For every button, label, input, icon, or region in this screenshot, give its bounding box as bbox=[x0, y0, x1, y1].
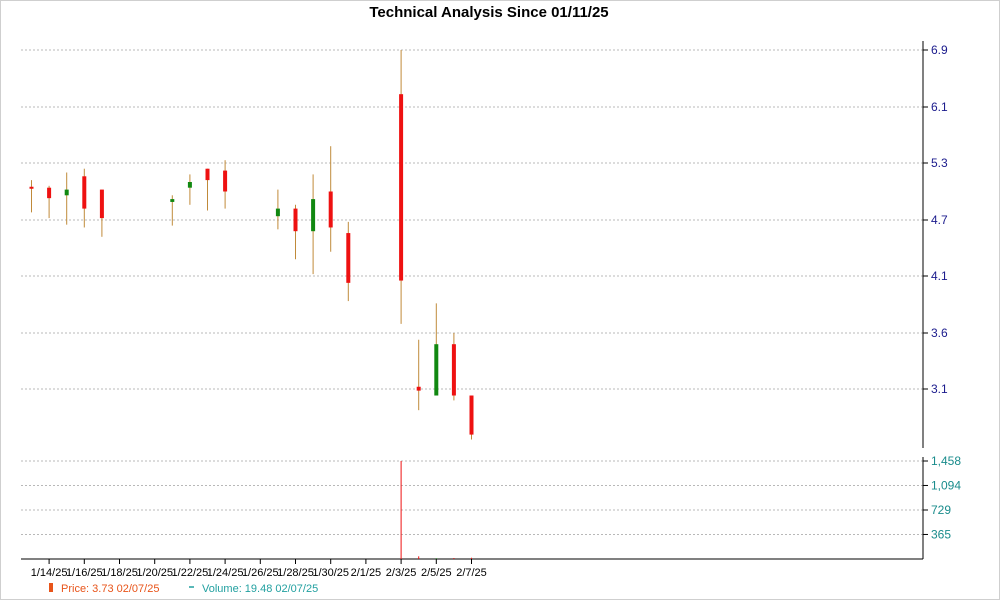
volume-tick-label: 729 bbox=[931, 503, 951, 517]
x-tick-label: 2/5/25 bbox=[421, 567, 452, 579]
axis-layer: 6.9 6.1 5.3 4.7 4.1 3.6 3.1 1,458 1,094 729 365 1/1… bbox=[21, 41, 961, 579]
x-tick-label: 2/1/25 bbox=[351, 567, 382, 579]
candle-body-down bbox=[328, 191, 333, 228]
candle-body-down bbox=[346, 233, 351, 283]
x-tick-label: 2/3/25 bbox=[386, 567, 417, 579]
x-tick-label: 2/7/25 bbox=[456, 567, 487, 579]
price-tick-label: 3.1 bbox=[931, 382, 948, 396]
grid-layer bbox=[21, 49, 923, 535]
candle-body-up bbox=[311, 199, 316, 232]
volume-tick-label: 1,094 bbox=[931, 478, 961, 492]
price-tick-label: 3.6 bbox=[931, 326, 948, 340]
x-tick-label: 1/28/25 bbox=[277, 567, 314, 579]
price-tick-label: 4.7 bbox=[931, 213, 948, 227]
x-tick-label: 1/18/25 bbox=[101, 567, 138, 579]
candle-body-down bbox=[99, 189, 104, 219]
candle-body-up bbox=[170, 199, 175, 202]
candle-body-up bbox=[275, 208, 280, 217]
volume-tick-label: 365 bbox=[931, 527, 951, 541]
candle-body-up bbox=[434, 344, 439, 396]
legend-price-label: Price: 3.73 02/07/25 bbox=[61, 583, 159, 595]
candle-layer bbox=[29, 50, 474, 440]
x-tick-label: 1/22/25 bbox=[172, 567, 209, 579]
price-tick-label: 6.9 bbox=[931, 43, 948, 57]
candle-body-down bbox=[205, 168, 210, 181]
legend: Price: 3.73 02/07/25 Volume: 19.48 02/07/… bbox=[49, 583, 318, 595]
candle-body-down bbox=[47, 187, 52, 199]
candle-body-down bbox=[293, 208, 298, 232]
chart-container: Technical Analysis Since 01/11/25 6.9 6.1… bbox=[0, 0, 1000, 600]
candle-body-down bbox=[469, 395, 474, 435]
candle-body-down bbox=[399, 94, 404, 281]
x-tick-label: 1/14/25 bbox=[31, 567, 68, 579]
candle-body-down bbox=[223, 170, 228, 192]
x-tick-label: 1/30/25 bbox=[312, 567, 349, 579]
x-tick-label: 1/24/25 bbox=[207, 567, 244, 579]
candle-body-up bbox=[187, 182, 192, 188]
volume-layer bbox=[400, 461, 472, 559]
x-tick-label: 1/26/25 bbox=[242, 567, 279, 579]
candle-body-up bbox=[64, 189, 69, 196]
chart-title: Technical Analysis Since 01/11/25 bbox=[369, 4, 608, 21]
price-tick-label: 4.1 bbox=[931, 269, 948, 283]
candle-body-down bbox=[82, 176, 87, 209]
candle-body-down bbox=[416, 386, 421, 391]
x-tick-label: 1/20/25 bbox=[136, 567, 173, 579]
candle-body-down bbox=[29, 186, 34, 189]
technical-analysis-chart: Technical Analysis Since 01/11/25 6.9 6.1… bbox=[21, 4, 961, 595]
x-tick-label: 1/16/25 bbox=[66, 567, 103, 579]
candle-body-down bbox=[451, 344, 456, 396]
volume-tick-label: 1,458 bbox=[931, 454, 961, 468]
price-tick-label: 6.1 bbox=[931, 100, 948, 114]
legend-volume-label: Volume: 19.48 02/07/25 bbox=[202, 583, 318, 595]
legend-price-swatch bbox=[49, 583, 53, 592]
price-tick-label: 5.3 bbox=[931, 156, 948, 170]
